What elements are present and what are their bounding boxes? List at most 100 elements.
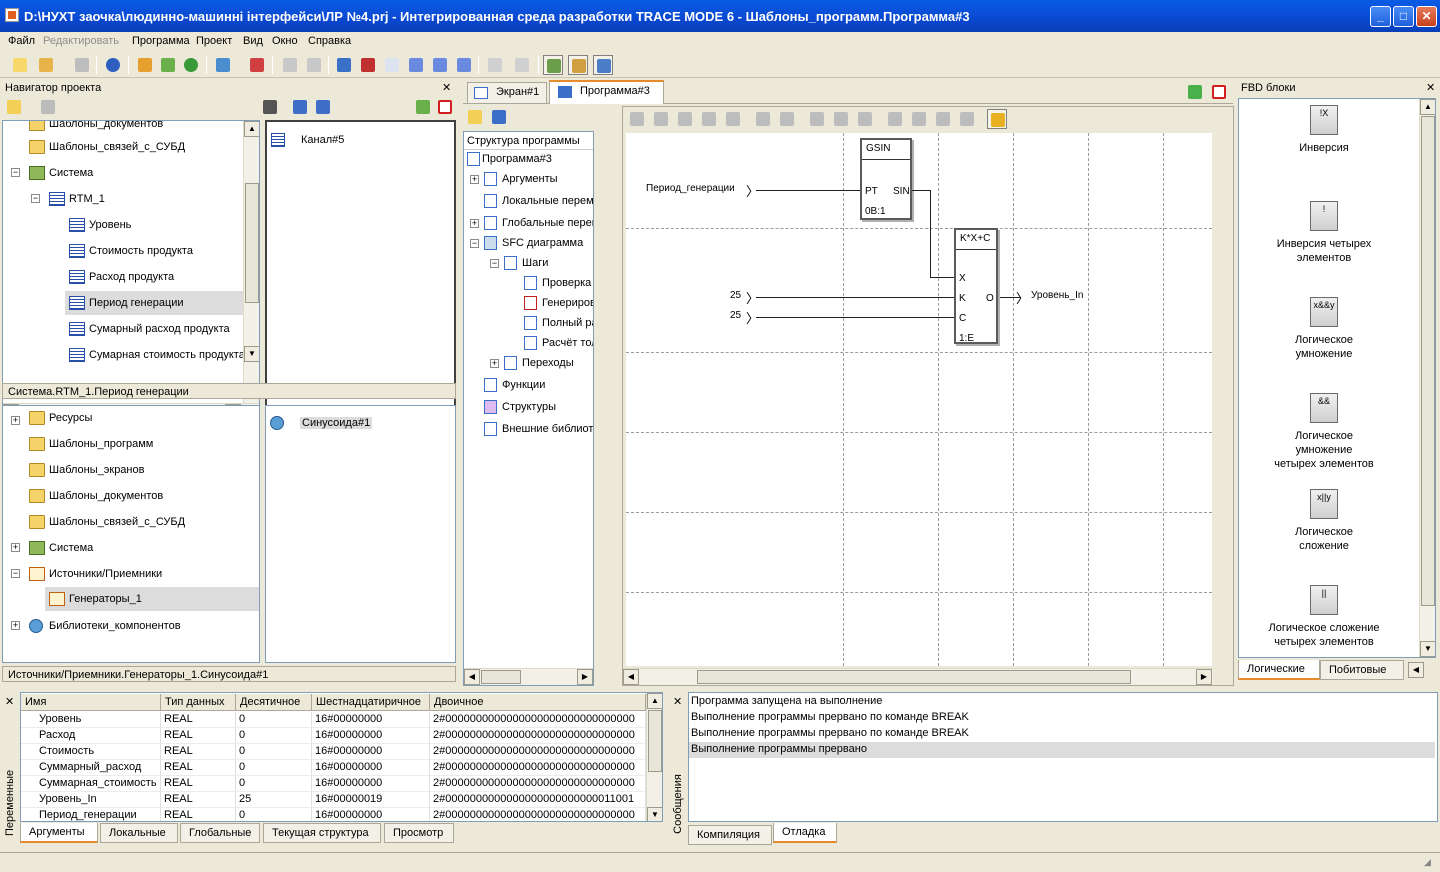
variable-value-cell[interactable]: 0 [236,744,312,760]
scroll-up-icon[interactable]: ▲ [244,121,259,137]
col-hex[interactable]: Шестнадцатиричное [312,694,430,711]
variable-value-cell[interactable]: REAL [161,792,236,808]
add-icon[interactable] [465,107,485,127]
tree-item-screen-templates[interactable]: Шаблоны_экранов [29,461,144,479]
kxc-block[interactable]: K*X+C X K O C 1:E [954,228,998,344]
nav-delete-icon[interactable] [38,97,58,117]
menu-project[interactable]: Проект [196,35,232,47]
tree-item-channel[interactable]: Уровень [69,216,131,234]
refresh-icon[interactable] [1185,82,1205,102]
tree-arguments[interactable]: Аргументы [484,170,558,188]
gsin-block[interactable]: GSIN PT SIN 0B:1 [860,138,912,220]
const-k-value[interactable]: 25 [730,290,741,301]
input-period-label[interactable]: Период_генерации [646,183,735,194]
collapse-icon[interactable]: − [490,259,499,268]
close-button[interactable]: ✕ [1416,6,1437,27]
undo-icon[interactable] [753,109,773,129]
top-tree-vscroll[interactable]: ▲ ▼ [243,121,259,403]
tree-step[interactable]: Проверка [524,274,591,292]
tree-item-system[interactable]: Система [29,164,93,182]
list-item-sinusoid[interactable]: Синусоида#1 [270,414,373,432]
menu-help[interactable]: Справка [308,35,351,47]
tree-item-templates-docs[interactable]: Шаблоны_документов [29,121,163,133]
menu-program[interactable]: Программа [132,35,190,47]
scroll-left-icon[interactable]: ◀ [623,669,639,685]
tree-steps[interactable]: Шаги [504,254,548,272]
scroll-up-icon[interactable]: ▲ [1420,99,1435,115]
tab-local[interactable]: Локальные [100,823,178,843]
variable-value-cell[interactable]: 16#00000000 [312,744,430,760]
tree-item-db-templates[interactable]: Шаблоны_связей_с_СУБД [29,513,185,531]
variables-close-icon[interactable]: ✕ [5,695,14,708]
debug-run-button[interactable] [334,55,354,75]
message-line[interactable]: Выполнение программы прервано по команде… [689,726,1435,742]
message-line[interactable]: Выполнение программы прервано по команде… [689,710,1435,726]
output-level-label[interactable]: Уровень_In [1031,290,1089,301]
variable-value-cell[interactable]: 0 [236,776,312,792]
scroll-thumb[interactable] [697,670,1131,684]
variable-value-cell[interactable]: REAL [161,712,236,728]
tab-bitwise[interactable]: Побитовые [1320,660,1404,680]
variable-value-cell[interactable]: 2#0000000000000000000000000000000 [430,744,646,760]
scroll-down-icon[interactable]: ▼ [647,807,662,821]
nav-new-icon[interactable] [4,97,24,117]
diagram-hscroll[interactable]: ◀ ▶ [623,668,1213,685]
variable-value-cell[interactable]: 16#00000019 [312,792,430,808]
navigator-close-icon[interactable]: ✕ [442,81,451,94]
variable-name-cell[interactable]: Суммарная_стоимость [21,776,161,792]
hand-icon[interactable] [280,55,300,75]
tree-global-vars[interactable]: Глобальные переменные [484,214,593,232]
scroll-thumb[interactable] [648,710,662,772]
step-into-button[interactable] [382,55,402,75]
expand-icon[interactable]: + [11,416,20,425]
expand-icon[interactable]: + [470,175,479,184]
variable-value-cell[interactable]: 0 [236,728,312,744]
tree-item-resources[interactable]: Ресурсы [29,409,92,427]
tree-item-program-templates[interactable]: Шаблоны_программ [29,435,153,453]
tab-program[interactable]: Программа#3 [549,80,664,104]
variable-value-cell[interactable]: 25 [236,792,312,808]
scroll-up-icon[interactable]: ▲ [647,693,662,709]
variable-value-cell[interactable]: 0 [236,712,312,728]
hand-multi-icon[interactable] [304,55,324,75]
variable-value-cell[interactable]: 2#0000000000000000000000000000000 [430,808,646,821]
variable-value-cell[interactable]: 16#00000000 [312,760,430,776]
new-project-button[interactable] [10,55,30,75]
variable-name-cell[interactable]: Стоимость [21,744,161,760]
layout-view-3-button[interactable] [593,55,613,75]
tab-screen[interactable]: Экран#1 [467,82,547,104]
variable-value-cell[interactable]: REAL [161,760,236,776]
tab-view[interactable]: Просмотр [384,823,454,843]
redo-icon[interactable] [777,109,797,129]
scroll-right-icon[interactable]: ▶ [1196,669,1212,685]
scroll-thumb[interactable] [481,670,521,684]
col-type[interactable]: Тип данных [161,694,236,711]
variable-value-cell[interactable]: REAL [161,808,236,821]
variable-value-cell[interactable]: 16#00000000 [312,728,430,744]
step-out-button[interactable] [430,55,450,75]
variable-value-cell[interactable]: 0 [236,760,312,776]
layout-view-2-button[interactable] [568,55,588,75]
paste-icon[interactable] [723,109,743,129]
scroll-left-icon[interactable]: ◀ [464,669,480,685]
variable-name-cell[interactable]: Период_генерации [21,808,161,821]
resize-grip-icon[interactable]: ◢ [1424,857,1431,868]
variable-value-cell[interactable]: 16#00000000 [312,712,430,728]
collapse-icon[interactable]: − [11,569,20,578]
tree-item-libraries[interactable]: Библиотеки_компонентов [29,617,181,635]
variable-name-cell[interactable]: Уровень_In [21,792,161,808]
tree-item-channel[interactable]: Сумарная стоимость продукта [69,346,245,364]
grid-button[interactable] [247,55,267,75]
message-line-selected[interactable]: Выполнение программы прервано [689,742,1435,758]
expand-icon[interactable]: + [470,219,479,228]
cut-icon[interactable] [807,109,827,129]
step-over-button[interactable] [406,55,426,75]
variable-value-cell[interactable]: REAL [161,728,236,744]
variable-value-cell[interactable]: 16#00000000 [312,776,430,792]
delete-icon[interactable] [675,109,695,129]
collapse-icon[interactable]: − [31,194,40,203]
tree-item-channel[interactable]: Расход продукта [69,268,174,286]
tree-item-channel[interactable]: Стоимость продукта [69,242,193,260]
nav-find-icon[interactable] [260,97,280,117]
col-decimal[interactable]: Десятичное [236,694,312,711]
